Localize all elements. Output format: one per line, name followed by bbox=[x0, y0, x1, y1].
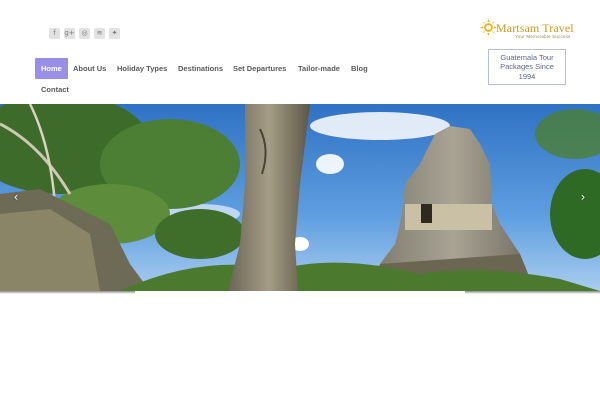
nav-item-blog[interactable]: Blog bbox=[351, 58, 368, 79]
twitter-icon[interactable]: ✦ bbox=[109, 28, 120, 39]
instagram-icon[interactable]: ◎ bbox=[79, 28, 90, 39]
tagline-box: Guatemala Tour Packages Since 1994 bbox=[488, 49, 566, 85]
nav-item-tailor-made[interactable]: Tailor-made bbox=[298, 58, 340, 79]
site-logo[interactable]: Martsam Travel Your Memorable Success bbox=[480, 19, 574, 43]
nav-item-destinations[interactable]: Destinations bbox=[178, 58, 223, 79]
nav-item-contact[interactable]: Contact bbox=[41, 79, 69, 100]
hero-image bbox=[0, 104, 600, 291]
slider-shadow-left bbox=[0, 291, 135, 294]
slider-shadow-right bbox=[465, 291, 600, 294]
nav-item-about-us[interactable]: About Us bbox=[73, 58, 106, 79]
nav-item-set-departures[interactable]: Set Departures bbox=[233, 58, 286, 79]
tagline-text: Guatemala Tour Packages Since 1994 bbox=[500, 52, 554, 81]
facebook-icon[interactable]: f bbox=[49, 28, 60, 39]
sun-logo-icon bbox=[480, 19, 497, 36]
logo-tagline: Your Memorable Success bbox=[515, 34, 571, 39]
google-plus-icon[interactable]: g+ bbox=[64, 28, 75, 39]
hero-slider[interactable] bbox=[0, 104, 600, 291]
next-slide-button[interactable]: › bbox=[577, 189, 589, 205]
nav-item-home[interactable]: Home bbox=[35, 58, 68, 79]
prev-slide-button[interactable]: ‹ bbox=[10, 189, 22, 205]
page: f g+ ◎ ≋ ✦ Martsam Travel Your Memorable… bbox=[0, 0, 600, 400]
social-links: f g+ ◎ ≋ ✦ bbox=[49, 28, 120, 39]
nav-item-holiday-types[interactable]: Holiday Types bbox=[117, 58, 167, 79]
rss-icon[interactable]: ≋ bbox=[94, 28, 105, 39]
